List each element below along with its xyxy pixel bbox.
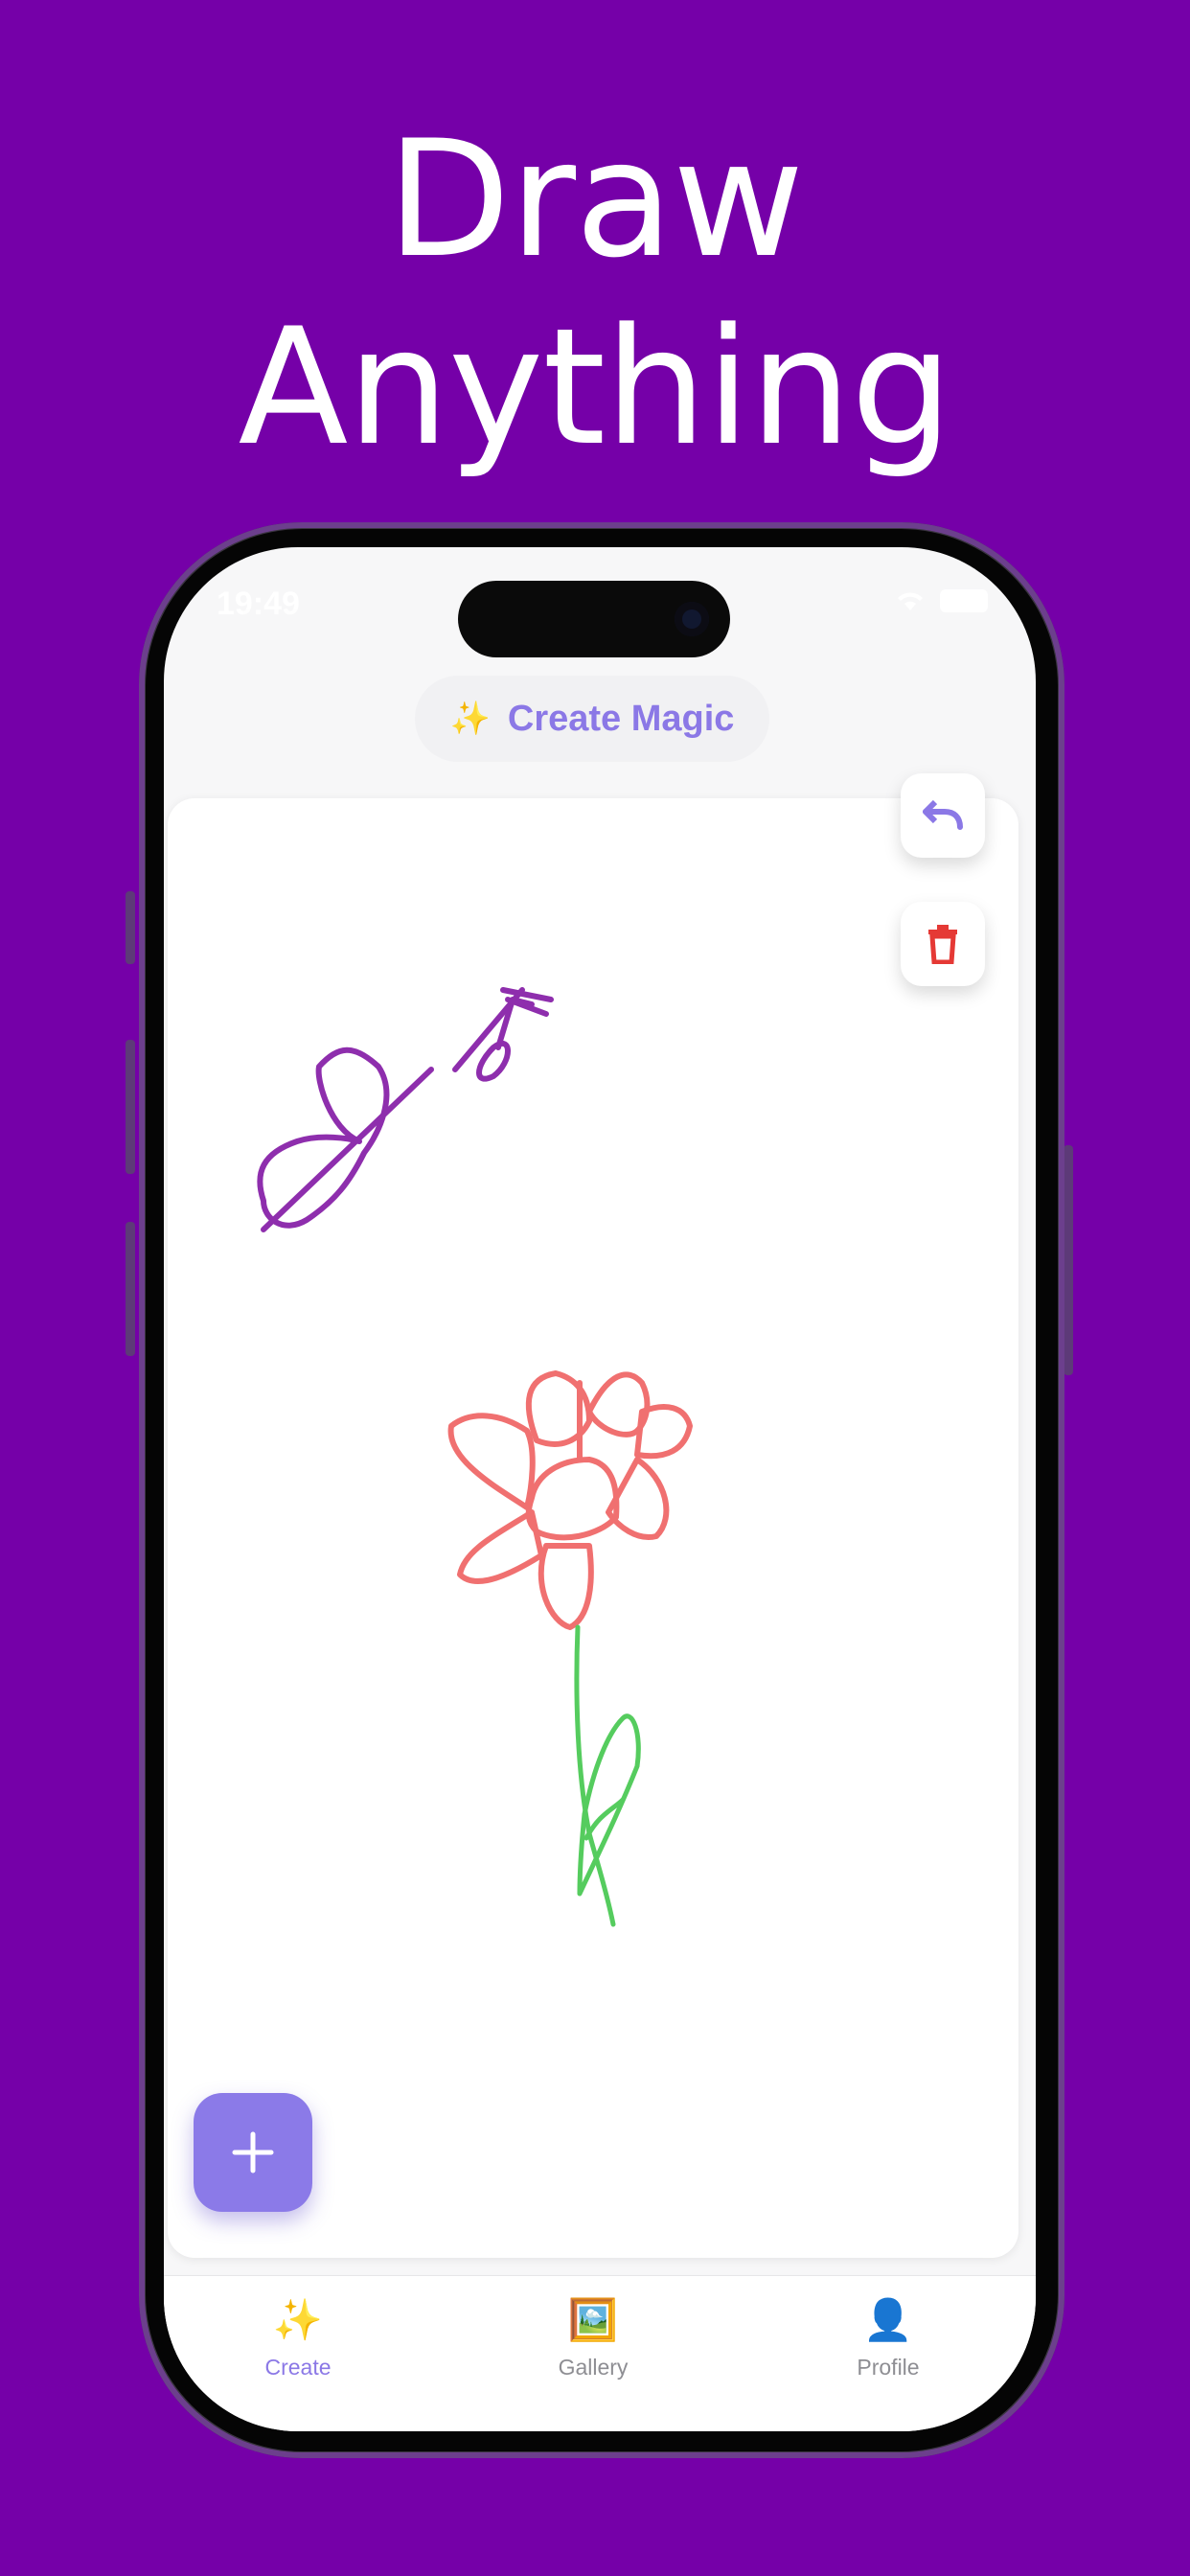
profile-icon: 👤	[862, 2297, 914, 2342]
wifi-icon	[898, 592, 923, 610]
drawing-strokes	[257, 987, 693, 1927]
battery-icon	[940, 589, 988, 612]
power-button	[1064, 1145, 1073, 1375]
stem-drawing	[574, 1624, 641, 1927]
tab-bar: ✨ Create 🖼️ Gallery 👤 Profile	[164, 2275, 1036, 2431]
create-magic-button[interactable]: ✨ Create Magic	[415, 676, 769, 762]
undo-icon	[923, 800, 963, 830]
butterfly-drawing	[257, 987, 554, 1232]
clear-canvas-button[interactable]	[901, 902, 985, 986]
camera-icon	[675, 602, 709, 636]
tab-create-label: Create	[264, 2355, 332, 2380]
flower-drawing	[447, 1370, 693, 1630]
headline-line-2: Anything	[238, 293, 953, 481]
dynamic-island	[458, 581, 730, 657]
gallery-icon: 🖼️	[567, 2297, 619, 2342]
tab-profile[interactable]: 👤 Profile	[792, 2295, 984, 2380]
tab-gallery[interactable]: 🖼️ Gallery	[497, 2295, 689, 2380]
drawing-canvas[interactable]	[168, 798, 1018, 2258]
tab-profile-label: Profile	[857, 2355, 920, 2380]
tab-gallery-label: Gallery	[558, 2355, 629, 2380]
tab-create[interactable]: ✨ Create	[202, 2295, 394, 2380]
action-button	[126, 891, 135, 964]
app-screen: 19:49 ✨ Create Magic ✨ Create 🖼️ Gallery…	[164, 547, 1036, 2431]
volume-down-button	[126, 1222, 135, 1356]
create-magic-label: Create Magic	[507, 698, 735, 739]
headline: Draw Anything	[0, 105, 1190, 481]
trash-icon	[928, 925, 957, 964]
volume-up-button	[126, 1040, 135, 1174]
headline-line-1: Draw	[386, 105, 805, 293]
sparkles-icon: ✨	[272, 2297, 324, 2342]
plus-icon	[232, 2131, 274, 2174]
undo-button[interactable]	[901, 773, 985, 858]
status-time: 19:49	[217, 586, 300, 622]
add-button[interactable]	[194, 2093, 312, 2212]
sparkles-icon: ✨	[449, 701, 491, 737]
status-icons	[894, 589, 988, 612]
